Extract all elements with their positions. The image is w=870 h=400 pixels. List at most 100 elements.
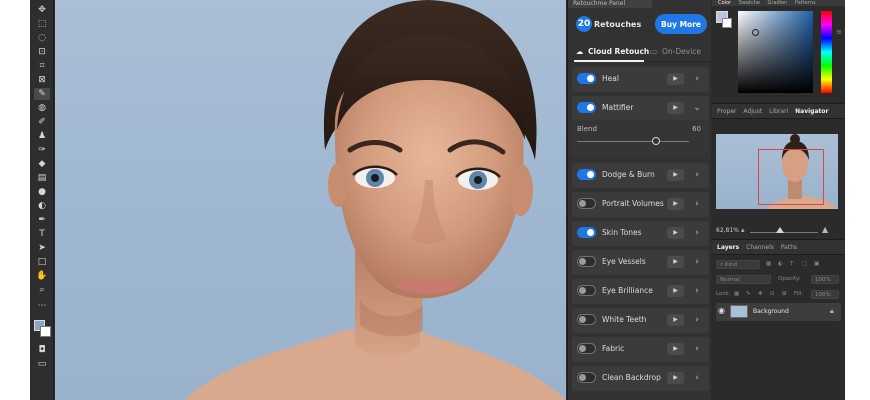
history-brush-icon[interactable]: ✑	[34, 144, 50, 156]
filter-pixel-icon[interactable]: ▦	[766, 259, 771, 270]
filter-smart-icon[interactable]: ▣	[814, 259, 819, 270]
stamp-icon[interactable]: ♟	[34, 130, 50, 142]
chevron-right-icon[interactable]: ›	[692, 169, 702, 181]
clean-backdrop-toggle[interactable]	[577, 372, 596, 383]
zoom-out-icon[interactable]: ▴	[741, 226, 745, 234]
play-icon[interactable]: ▶	[667, 102, 684, 114]
background-swatch[interactable]	[722, 18, 732, 28]
eye-brilliance-toggle[interactable]	[577, 285, 596, 296]
image-canvas[interactable]	[55, 0, 566, 400]
opacity-input[interactable]: 100%	[811, 275, 839, 284]
chevron-right-icon[interactable]: ›	[692, 73, 702, 85]
zoom-value[interactable]: 62,81%	[716, 227, 739, 234]
navigator-view-box[interactable]	[758, 149, 824, 205]
screen-mode-icon[interactable]: ▭	[34, 358, 50, 370]
chevron-right-icon[interactable]: ›	[692, 372, 702, 384]
lock-move-icon[interactable]: ✥	[758, 289, 763, 300]
gradient-icon[interactable]: ▤	[34, 172, 50, 184]
chevron-right-icon[interactable]: ›	[692, 227, 702, 239]
lock-artboard-icon[interactable]: ⊡	[770, 289, 775, 300]
tab-on-device[interactable]: ▭ On-Device	[648, 45, 701, 59]
blend-mode-select[interactable]: Normal	[716, 275, 771, 284]
panel-menu-icon[interactable]: ≡	[836, 28, 842, 36]
tab-layers[interactable]: Layers	[717, 244, 739, 251]
object-select-icon[interactable]: ⊡	[34, 46, 50, 58]
more-icon[interactable]: ⋯	[34, 300, 50, 312]
tab-libraries[interactable]: Librari	[769, 108, 788, 115]
marquee-icon[interactable]: ⬚	[34, 18, 50, 30]
skin-tones-toggle[interactable]	[577, 227, 596, 238]
lock-icon[interactable]: 🔒︎	[830, 307, 834, 316]
chevron-right-icon[interactable]: ›	[692, 314, 702, 326]
lock-transparency-icon[interactable]: ▦	[734, 289, 739, 300]
dodge-burn-toggle[interactable]	[577, 169, 596, 180]
tab-adjustments[interactable]: Adjust	[743, 108, 762, 115]
mattifier-toggle[interactable]	[577, 102, 596, 113]
layer-kind-filter[interactable]: ⌕ Kind	[716, 260, 760, 269]
tab-color[interactable]: Color	[718, 0, 731, 6]
play-icon[interactable]: ▶	[667, 198, 684, 210]
path-select-icon[interactable]: ➤	[34, 242, 50, 254]
tab-cloud-retouch[interactable]: ☁ Cloud Retouch	[574, 45, 650, 59]
chevron-right-icon[interactable]: ›	[692, 285, 702, 297]
zoom-icon[interactable]: ⌕	[34, 284, 50, 296]
play-icon[interactable]: ▶	[667, 343, 684, 355]
zoom-slider-handle[interactable]	[776, 227, 784, 233]
heal-toggle[interactable]	[577, 73, 596, 84]
dodge-icon[interactable]: ◐	[34, 200, 50, 212]
blur-icon[interactable]: ●	[34, 186, 50, 198]
chevron-right-icon[interactable]: ›	[692, 256, 702, 268]
brush-icon[interactable]: ✐	[34, 116, 50, 128]
eye-icon[interactable]: ◉	[718, 306, 725, 315]
tab-paths[interactable]: Paths	[781, 244, 797, 251]
play-icon[interactable]: ▶	[667, 73, 684, 85]
pen-icon[interactable]: ✒	[34, 214, 50, 226]
hue-slider[interactable]	[821, 11, 832, 93]
color-picker-ring[interactable]	[752, 29, 759, 36]
zoom-in-icon[interactable]: ▲	[822, 225, 828, 234]
color-picker-field[interactable]	[738, 11, 813, 93]
chevron-down-icon[interactable]: ⌄	[692, 102, 702, 114]
play-icon[interactable]: ▶	[667, 169, 684, 181]
navigator-preview[interactable]	[716, 134, 838, 209]
lasso-icon[interactable]: ◌	[34, 32, 50, 44]
white-teeth-toggle[interactable]	[577, 314, 596, 325]
eyedropper-icon[interactable]: ✎	[34, 88, 50, 100]
filter-shape-icon[interactable]: ▢	[802, 259, 807, 270]
lock-paint-icon[interactable]: ✎	[746, 289, 751, 300]
play-icon[interactable]: ▶	[667, 256, 684, 268]
chevron-right-icon[interactable]: ›	[692, 343, 702, 355]
eraser-icon[interactable]: ◆	[34, 158, 50, 170]
layer-item[interactable]: ◉ Background 🔒︎	[716, 303, 841, 321]
type-icon[interactable]: T	[34, 228, 50, 240]
play-icon[interactable]: ▶	[667, 227, 684, 239]
fill-input[interactable]: 100%	[811, 290, 839, 299]
tab-patterns[interactable]: Patterns	[795, 0, 816, 6]
blend-slider-handle[interactable]	[652, 137, 661, 145]
tab-swatches[interactable]: Swatche	[739, 0, 760, 6]
blend-slider-track[interactable]	[577, 141, 689, 142]
play-icon[interactable]: ▶	[667, 314, 684, 326]
tab-properties[interactable]: Proper	[717, 108, 737, 115]
buy-more-button[interactable]: Buy More	[655, 14, 707, 34]
color-swatches[interactable]	[34, 320, 52, 338]
lock-all-icon[interactable]: ⊠	[782, 289, 787, 300]
tab-channels[interactable]: Channels	[746, 244, 774, 251]
rectangle-icon[interactable]: □	[34, 256, 50, 268]
spot-heal-icon[interactable]: ◍	[34, 102, 50, 114]
frame-icon[interactable]: ⊠	[34, 74, 50, 86]
eye-vessels-toggle[interactable]	[577, 256, 596, 267]
hand-icon[interactable]: ✋	[34, 270, 50, 282]
quick-mask-icon[interactable]: ◘	[34, 344, 50, 356]
filter-adjust-icon[interactable]: ◐	[778, 259, 783, 270]
tab-navigator[interactable]: Navigator	[795, 108, 828, 115]
play-icon[interactable]: ▶	[667, 285, 684, 297]
portrait-volumes-toggle[interactable]	[577, 198, 596, 209]
crop-icon[interactable]: ⌗	[34, 60, 50, 72]
background-color[interactable]	[40, 326, 51, 337]
chevron-right-icon[interactable]: ›	[692, 198, 702, 210]
move-icon[interactable]: ✥	[34, 4, 50, 16]
zoom-slider-track[interactable]	[750, 232, 818, 233]
filter-type-icon[interactable]: T	[790, 259, 793, 270]
tab-gradients[interactable]: Gradien	[768, 0, 788, 6]
